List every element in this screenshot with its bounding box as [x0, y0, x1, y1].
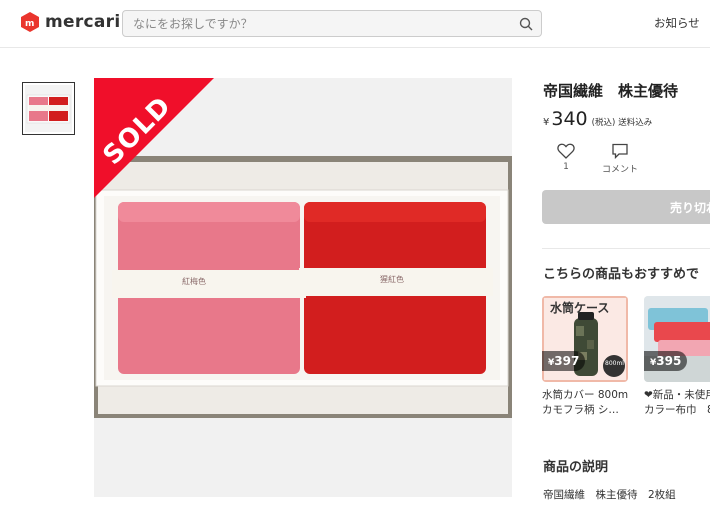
sold-out-label: 売り切れ [670, 201, 710, 215]
recommendation-name-line1: ❤新品・未使用 [644, 389, 710, 401]
left-band-label: 紅梅色 [182, 277, 206, 286]
recommendation-name-line2: カラー布巾 8 [644, 404, 710, 416]
sold-out-button[interactable]: 売り切れ [542, 190, 710, 224]
recommendation-tag: 水筒ケース [550, 301, 610, 315]
description-text: 帝国繊維 株主優待 2枚組 [543, 489, 676, 501]
price-row: ¥ 340 (税込) 送料込み [543, 108, 652, 130]
tax-note: (税込) [591, 118, 616, 128]
item-title: 帝国繊維 株主優待 [543, 82, 679, 100]
svg-text:m: m [25, 19, 34, 29]
recommendation-name-line1: 水筒カバー 800ml [542, 389, 628, 401]
recommendations-heading: こちらの商品もおすすめで [543, 267, 700, 282]
recommendation-name: 水筒カバー 800ml カモフラ柄 シ… [542, 388, 628, 418]
recommendation-name-line2: カモフラ柄 シ… [542, 404, 619, 416]
heart-icon [557, 143, 575, 159]
right-band-label: 猩紅色 [380, 275, 404, 284]
recommendation-image: ¥395 [644, 296, 710, 382]
like-count: 1 [563, 162, 569, 172]
comment-label: コメント [601, 165, 638, 175]
mercari-logo[interactable]: m mercari [20, 12, 121, 32]
currency-symbol: ¥ [543, 117, 550, 128]
description-heading: 商品の説明 [543, 460, 609, 475]
shipping-note: 送料込み [618, 118, 653, 128]
comment-icon [612, 143, 628, 159]
recommendation-card[interactable]: ¥395 ❤新品・未使用 カラー布巾 8 [644, 296, 710, 418]
search-box[interactable] [122, 10, 542, 37]
recommendation-card[interactable]: 水筒ケース 800ml ¥397 水筒カバー 800ml カモフラ柄 シ… [542, 296, 628, 418]
mercari-logo-icon: m [20, 12, 40, 32]
recommendation-name: ❤新品・未使用 カラー布巾 8 [644, 388, 710, 418]
site-header: m mercari お知らせ [0, 0, 710, 48]
notifications-link[interactable]: お知らせ [654, 15, 700, 31]
like-button[interactable]: 1 [541, 143, 591, 172]
item-photo[interactable]: 紅梅色 猩紅色 SOLD [94, 78, 512, 497]
recommendation-price: 397 [554, 354, 580, 368]
recommendation-price: 395 [656, 354, 682, 368]
brand-name: mercari [45, 12, 121, 32]
thumbnail-image [25, 85, 72, 132]
recommendation-price-badge: ¥395 [644, 351, 688, 371]
recommendation-image: 水筒ケース 800ml ¥397 [542, 296, 628, 382]
photo-thumbnail[interactable] [22, 82, 75, 135]
recommendation-sublabel: 800ml [605, 360, 624, 367]
item-price: 340 [551, 108, 588, 130]
section-divider [542, 248, 710, 249]
recommendation-price-badge: ¥397 [542, 351, 586, 371]
search-input[interactable] [123, 11, 513, 36]
comment-button[interactable]: コメント [595, 143, 645, 175]
search-icon[interactable] [519, 16, 533, 31]
